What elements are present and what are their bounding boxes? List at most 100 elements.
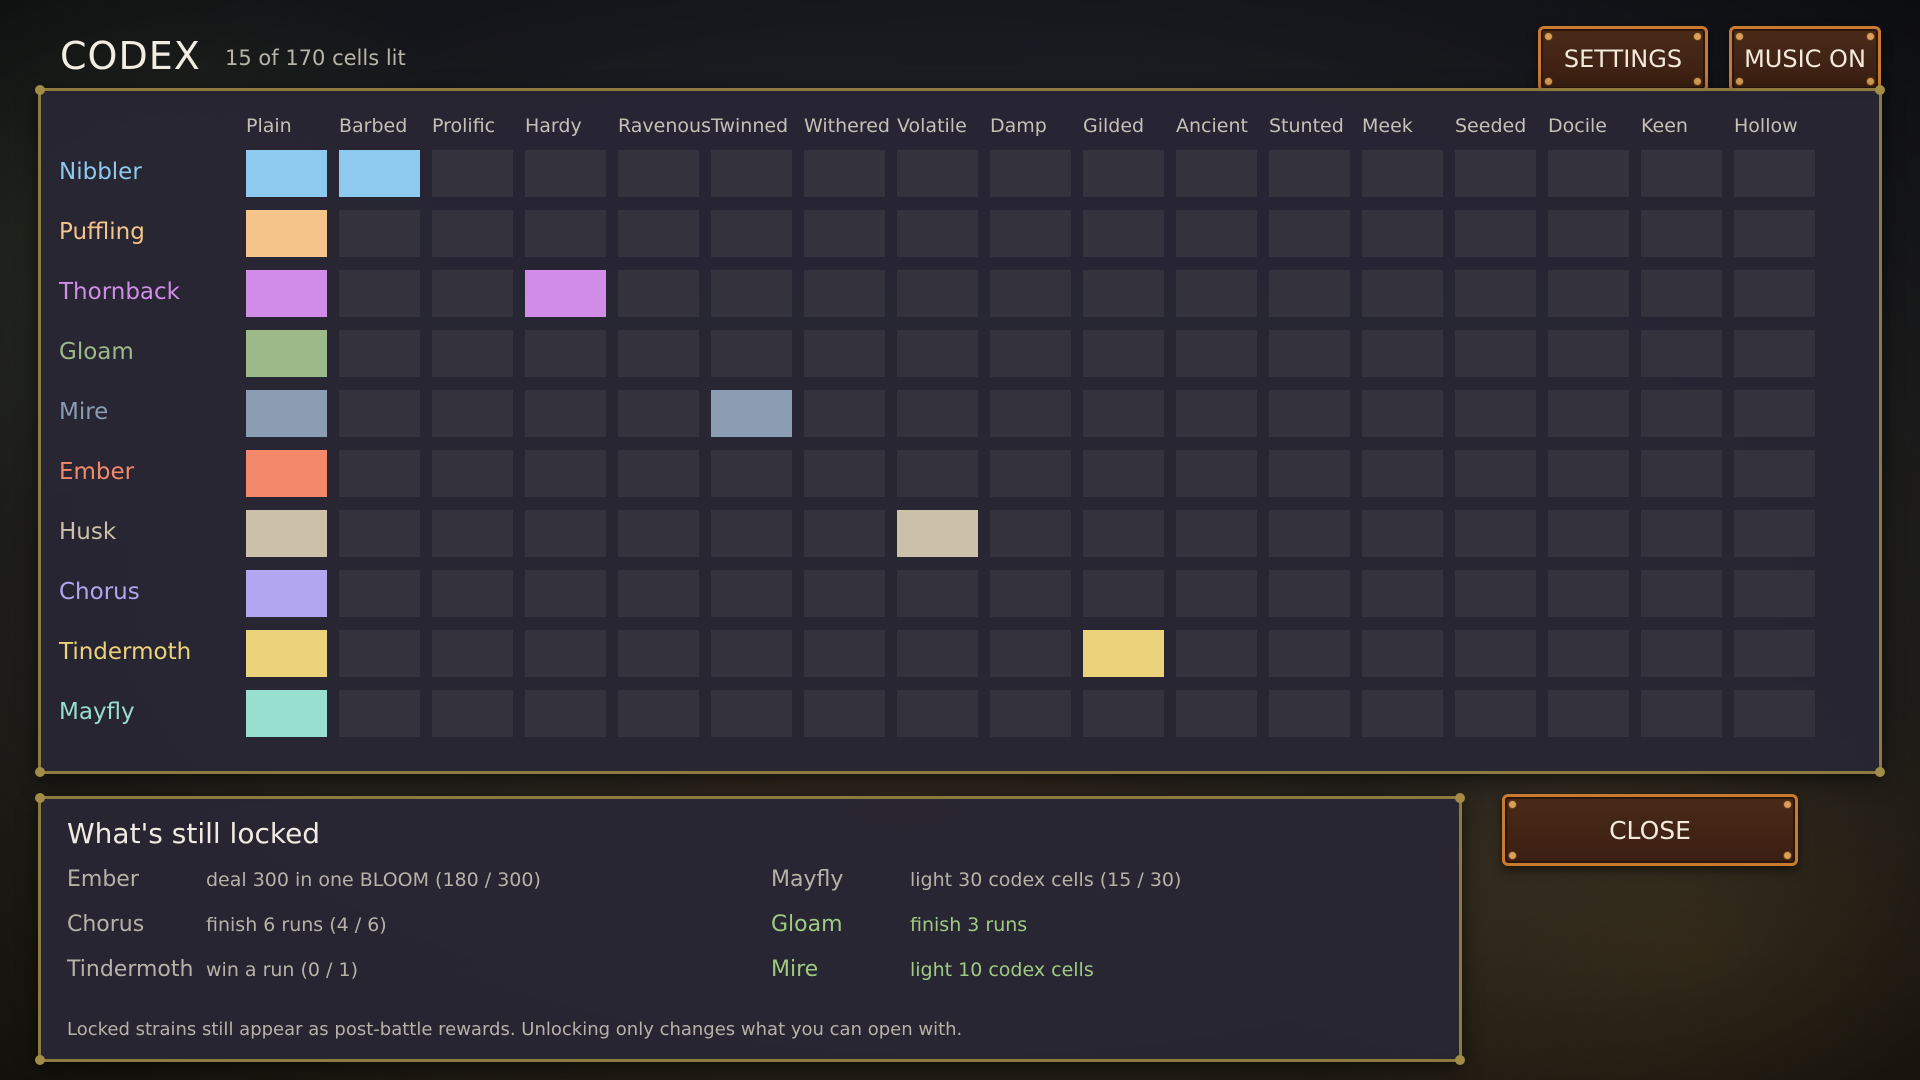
codex-cell-unlit[interactable]: [897, 570, 978, 617]
codex-cell-unlit[interactable]: [1269, 330, 1350, 377]
codex-cell-unlit[interactable]: [804, 570, 885, 617]
codex-cell-unlit[interactable]: [618, 390, 699, 437]
codex-cell-unlit[interactable]: [339, 510, 420, 557]
codex-cell-unlit[interactable]: [804, 270, 885, 317]
codex-cell-lit[interactable]: [246, 510, 327, 557]
codex-cell-unlit[interactable]: [1734, 150, 1815, 197]
codex-cell-unlit[interactable]: [1641, 450, 1722, 497]
codex-cell-lit[interactable]: [246, 570, 327, 617]
codex-cell-unlit[interactable]: [432, 150, 513, 197]
codex-cell-unlit[interactable]: [525, 390, 606, 437]
codex-cell-unlit[interactable]: [525, 210, 606, 257]
codex-cell-unlit[interactable]: [711, 510, 792, 557]
codex-cell-unlit[interactable]: [897, 210, 978, 257]
codex-cell-unlit[interactable]: [711, 330, 792, 377]
codex-cell-unlit[interactable]: [1641, 510, 1722, 557]
codex-cell-unlit[interactable]: [1734, 510, 1815, 557]
codex-cell-unlit[interactable]: [525, 510, 606, 557]
codex-cell-unlit[interactable]: [1734, 330, 1815, 377]
codex-cell-unlit[interactable]: [1641, 270, 1722, 317]
codex-cell-unlit[interactable]: [804, 630, 885, 677]
codex-cell-unlit[interactable]: [711, 570, 792, 617]
codex-cell-unlit[interactable]: [525, 330, 606, 377]
codex-cell-unlit[interactable]: [1083, 270, 1164, 317]
codex-cell-unlit[interactable]: [1176, 210, 1257, 257]
codex-cell-unlit[interactable]: [1641, 390, 1722, 437]
codex-cell-unlit[interactable]: [897, 150, 978, 197]
codex-cell-unlit[interactable]: [1641, 570, 1722, 617]
codex-cell-unlit[interactable]: [990, 630, 1071, 677]
codex-cell-unlit[interactable]: [339, 450, 420, 497]
codex-cell-unlit[interactable]: [1455, 270, 1536, 317]
codex-cell-unlit[interactable]: [897, 690, 978, 737]
codex-cell-unlit[interactable]: [525, 690, 606, 737]
codex-cell-unlit[interactable]: [1548, 510, 1629, 557]
codex-cell-lit[interactable]: [897, 510, 978, 557]
codex-cell-unlit[interactable]: [1176, 450, 1257, 497]
codex-cell-unlit[interactable]: [897, 630, 978, 677]
codex-cell-unlit[interactable]: [1362, 690, 1443, 737]
codex-cell-unlit[interactable]: [618, 630, 699, 677]
codex-cell-unlit[interactable]: [618, 150, 699, 197]
codex-cell-unlit[interactable]: [1548, 690, 1629, 737]
codex-cell-unlit[interactable]: [339, 630, 420, 677]
codex-cell-lit[interactable]: [339, 150, 420, 197]
codex-cell-unlit[interactable]: [339, 210, 420, 257]
codex-cell-unlit[interactable]: [1362, 510, 1443, 557]
codex-cell-unlit[interactable]: [1548, 630, 1629, 677]
codex-cell-unlit[interactable]: [1269, 210, 1350, 257]
codex-cell-unlit[interactable]: [1083, 450, 1164, 497]
codex-cell-unlit[interactable]: [1269, 390, 1350, 437]
codex-cell-unlit[interactable]: [1269, 450, 1350, 497]
codex-cell-unlit[interactable]: [897, 270, 978, 317]
codex-cell-lit[interactable]: [246, 150, 327, 197]
codex-cell-unlit[interactable]: [1734, 390, 1815, 437]
codex-cell-unlit[interactable]: [432, 630, 513, 677]
codex-cell-unlit[interactable]: [1734, 630, 1815, 677]
codex-cell-unlit[interactable]: [1548, 150, 1629, 197]
codex-cell-unlit[interactable]: [618, 210, 699, 257]
codex-cell-unlit[interactable]: [804, 690, 885, 737]
codex-cell-unlit[interactable]: [432, 210, 513, 257]
codex-cell-unlit[interactable]: [1641, 630, 1722, 677]
codex-cell-unlit[interactable]: [1548, 450, 1629, 497]
close-button[interactable]: CLOSE: [1502, 794, 1798, 866]
codex-cell-unlit[interactable]: [1269, 510, 1350, 557]
codex-cell-lit[interactable]: [246, 270, 327, 317]
codex-cell-unlit[interactable]: [1362, 450, 1443, 497]
codex-cell-unlit[interactable]: [618, 510, 699, 557]
codex-cell-unlit[interactable]: [1641, 150, 1722, 197]
codex-cell-unlit[interactable]: [711, 450, 792, 497]
codex-cell-lit[interactable]: [525, 270, 606, 317]
codex-cell-unlit[interactable]: [711, 630, 792, 677]
codex-cell-unlit[interactable]: [618, 330, 699, 377]
codex-cell-unlit[interactable]: [711, 690, 792, 737]
codex-cell-lit[interactable]: [246, 690, 327, 737]
settings-button[interactable]: SETTINGS: [1538, 26, 1708, 92]
codex-cell-unlit[interactable]: [1734, 270, 1815, 317]
codex-cell-unlit[interactable]: [1734, 450, 1815, 497]
codex-cell-unlit[interactable]: [990, 570, 1071, 617]
codex-cell-unlit[interactable]: [1548, 270, 1629, 317]
codex-cell-unlit[interactable]: [1176, 150, 1257, 197]
codex-cell-lit[interactable]: [246, 390, 327, 437]
codex-cell-unlit[interactable]: [1641, 690, 1722, 737]
codex-cell-unlit[interactable]: [1734, 570, 1815, 617]
codex-cell-unlit[interactable]: [804, 210, 885, 257]
codex-cell-unlit[interactable]: [432, 390, 513, 437]
codex-cell-lit[interactable]: [711, 390, 792, 437]
codex-cell-unlit[interactable]: [990, 450, 1071, 497]
codex-cell-unlit[interactable]: [1269, 630, 1350, 677]
codex-cell-unlit[interactable]: [1455, 510, 1536, 557]
codex-cell-unlit[interactable]: [897, 390, 978, 437]
codex-cell-unlit[interactable]: [804, 510, 885, 557]
codex-cell-unlit[interactable]: [1083, 150, 1164, 197]
codex-cell-unlit[interactable]: [1362, 210, 1443, 257]
codex-cell-unlit[interactable]: [618, 570, 699, 617]
codex-cell-unlit[interactable]: [1641, 330, 1722, 377]
codex-cell-unlit[interactable]: [1455, 630, 1536, 677]
codex-cell-unlit[interactable]: [804, 390, 885, 437]
codex-cell-unlit[interactable]: [1083, 330, 1164, 377]
codex-cell-unlit[interactable]: [525, 570, 606, 617]
codex-cell-unlit[interactable]: [432, 690, 513, 737]
